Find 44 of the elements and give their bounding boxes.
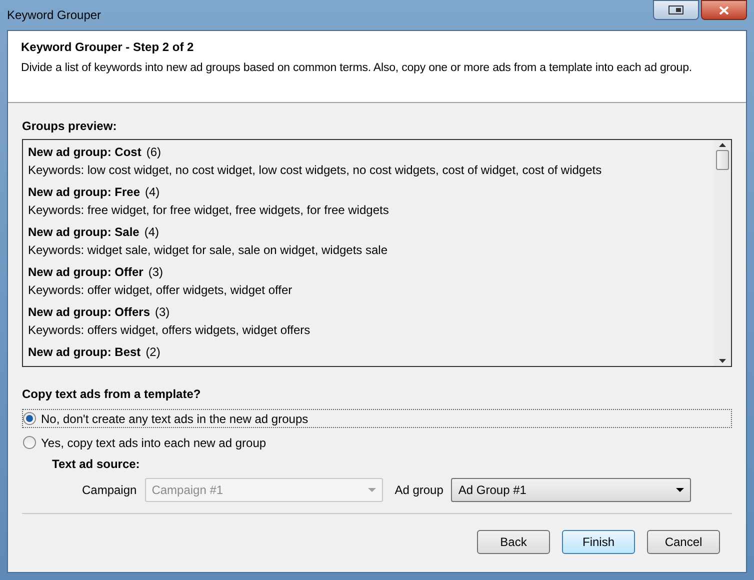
group-keywords: Keywords: offer widget, offer widgets, widget offer xyxy=(28,282,294,299)
group-name: New ad group: Best xyxy=(28,344,141,361)
group-name: New ad group: Cost xyxy=(28,144,142,161)
group-keywords: Keywords: offers widget, offers widgets, widget offers xyxy=(28,322,312,339)
window-icon xyxy=(668,5,684,15)
dialog-button[interactable]: Back xyxy=(477,530,550,554)
group-name: New ad group: Offers xyxy=(28,304,150,321)
group-count: (3) xyxy=(155,304,170,321)
group-keywords: Keywords: widget sale, widget for sale, sale on widget, widgets sale xyxy=(28,242,389,259)
radio-button[interactable] xyxy=(23,412,36,425)
radio-button[interactable] xyxy=(23,436,36,449)
group-count: (4) xyxy=(145,184,160,201)
group-count: (4) xyxy=(144,224,160,241)
text-ad-source-label: Text ad source: xyxy=(52,456,141,473)
dialog-button[interactable]: Cancel xyxy=(647,530,720,554)
dialog-button[interactable]: Finish xyxy=(562,530,635,554)
group-count: (3) xyxy=(148,264,164,281)
restore-button[interactable] xyxy=(653,0,699,20)
dropdown[interactable]: Ad Group #1 xyxy=(451,478,692,502)
group-name: New ad group: Free xyxy=(28,184,140,201)
scrollbar[interactable] xyxy=(714,140,731,366)
scroll-down-icon xyxy=(719,359,726,363)
radio-option[interactable]: No, don't create any text ads in the new ad groups xyxy=(22,409,732,428)
group-keywords: Keywords: low cost widget, no cost widget, low cost widgets, no cost widgets, cost of widget, cost of widgets xyxy=(28,162,603,179)
scroll-up-icon xyxy=(719,143,726,147)
caret-icon xyxy=(676,488,684,492)
group-count: (6) xyxy=(146,144,162,161)
window-title: Keyword Grouper xyxy=(7,7,102,24)
caret-icon xyxy=(368,488,376,492)
copy-ads-label: Copy text ads from a template? xyxy=(22,386,202,403)
group-keywords: Keywords: free widget, for free widget, free widgets, for free widgets xyxy=(28,202,390,219)
radio-option[interactable]: Yes, copy text ads into each new ad group xyxy=(22,433,732,452)
field-label: Ad group xyxy=(394,482,444,499)
group-name: New ad group: Sale xyxy=(28,224,140,241)
close-icon xyxy=(719,6,729,14)
groups-list[interactable] xyxy=(22,139,732,367)
scroll-thumb[interactable] xyxy=(716,150,729,170)
field-label: Campaign xyxy=(82,482,137,499)
step-description: Divide a list of keywords into new ad groups based on common terms. Also, copy one or more ads from a template into each ad group. xyxy=(21,61,693,76)
groups-preview-label: Groups preview: xyxy=(22,118,118,135)
group-count: (2) xyxy=(146,344,160,361)
group-name: New ad group: Offer xyxy=(28,264,144,281)
step-title: Keyword Grouper - Step 2 of 2 xyxy=(21,39,195,56)
close-button[interactable] xyxy=(701,0,747,20)
